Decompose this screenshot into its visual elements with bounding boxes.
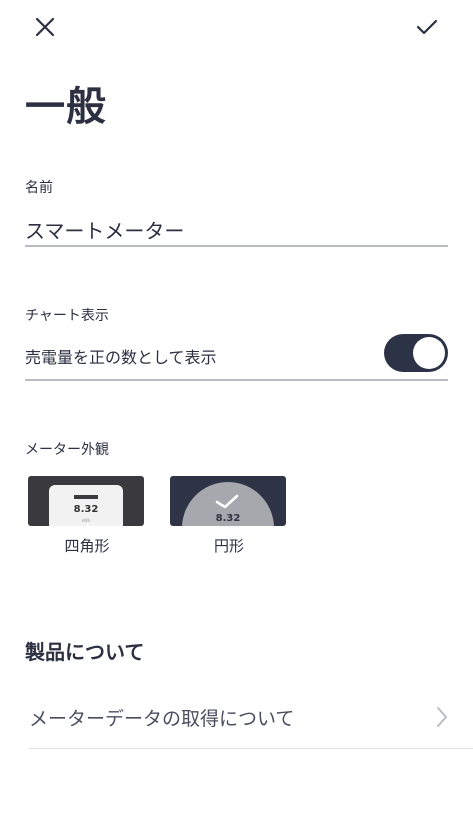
circle-meter-hands bbox=[215, 494, 239, 509]
toggle-knob bbox=[413, 337, 445, 369]
circle-style-label: 円形 bbox=[213, 537, 244, 555]
close-icon bbox=[35, 17, 55, 37]
chart-section-label: チャート表示 bbox=[25, 308, 109, 324]
meter-style-circle[interactable]: 8.32 円形 bbox=[170, 476, 288, 556]
square-meter-unit: kWh bbox=[81, 518, 91, 523]
meter-data-about-label: メーターデータの取得について bbox=[29, 708, 295, 730]
square-meter-face: 8.32 kWh bbox=[49, 485, 123, 526]
about-heading: 製品について bbox=[25, 640, 145, 664]
square-meter-thumbnail: 8.32 kWh bbox=[28, 476, 144, 526]
name-input[interactable] bbox=[25, 213, 448, 247]
page-title: 一般 bbox=[25, 84, 107, 130]
confirm-button[interactable] bbox=[411, 11, 443, 43]
circle-meter-thumbnail: 8.32 bbox=[170, 476, 286, 526]
chart-toggle-row: 売電量を正の数として表示 bbox=[25, 333, 448, 381]
meter-data-about-row[interactable]: メーターデータの取得について bbox=[29, 690, 473, 749]
meter-style-square[interactable]: 8.32 kWh 四角形 bbox=[28, 476, 146, 556]
square-meter-indicator bbox=[74, 495, 98, 499]
square-style-label: 四角形 bbox=[64, 537, 110, 555]
circle-meter-value: 8.32 bbox=[215, 513, 241, 524]
positive-sell-toggle[interactable] bbox=[384, 334, 448, 372]
meter-section-label: メーター外観 bbox=[25, 442, 109, 458]
chevron-right-icon bbox=[437, 707, 447, 727]
chart-toggle-label: 売電量を正の数として表示 bbox=[25, 348, 217, 367]
checkmark-icon bbox=[416, 19, 438, 35]
name-section-label: 名前 bbox=[25, 180, 53, 196]
circle-meter-face: 8.32 bbox=[182, 482, 274, 526]
close-button[interactable] bbox=[29, 11, 61, 43]
square-meter-value: 8.32 bbox=[73, 504, 99, 515]
